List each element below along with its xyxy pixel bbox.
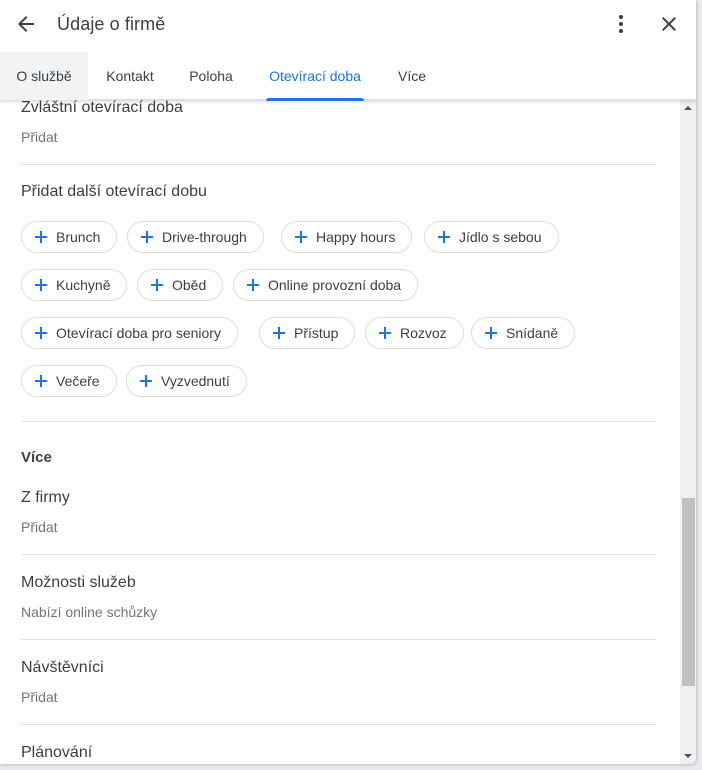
- plus-icon: [32, 324, 50, 342]
- chip-pristup[interactable]: Přístup: [259, 317, 356, 349]
- chip-snidane[interactable]: Snídaně: [471, 317, 576, 349]
- plus-icon: [482, 324, 500, 342]
- divider: [21, 639, 656, 640]
- plus-icon: [32, 228, 50, 246]
- close-button[interactable]: [653, 8, 685, 40]
- scroll-up-button[interactable]: [680, 100, 696, 116]
- plus-icon: [138, 228, 156, 246]
- more-hours-title: Přidat další otevírací dobu: [21, 183, 207, 200]
- tab-kontakt[interactable]: Kontakt: [88, 52, 172, 100]
- chip-vyzvednuti[interactable]: Vyzvednutí: [126, 365, 247, 397]
- scroll-content: Zvláštní otevírací doba Přidat Přidat da…: [0, 100, 680, 764]
- tab-oteviraci-doba[interactable]: Otevírací doba: [266, 52, 364, 101]
- row-title-navstevnici[interactable]: Návštěvníci: [21, 658, 104, 678]
- chip-kuchyne[interactable]: Kuchyně: [21, 269, 128, 301]
- plus-icon: [435, 228, 453, 246]
- plus-icon: [148, 276, 166, 294]
- divider: [21, 164, 656, 165]
- row-title-planovani[interactable]: Plánování: [21, 743, 92, 763]
- chip-drive-through[interactable]: Drive-through: [127, 221, 264, 253]
- chip-vecere[interactable]: Večeře: [21, 365, 117, 397]
- chip-brunch[interactable]: Brunch: [21, 221, 118, 253]
- plus-icon: [292, 228, 310, 246]
- back-button[interactable]: [10, 8, 42, 40]
- special-hours-add-link[interactable]: Přidat: [21, 128, 58, 146]
- tab-bar: O službě Kontakt Poloha Otevírací doba V…: [0, 52, 696, 101]
- divider: [21, 724, 656, 725]
- tab-poloha[interactable]: Poloha: [172, 52, 250, 100]
- chip-obed[interactable]: Oběd: [137, 269, 224, 301]
- row-value-z-firmy[interactable]: Přidat: [21, 518, 58, 536]
- business-info-panel: Údaje o firmě O službě Kontakt Poloha Ot…: [0, 0, 696, 764]
- row-value-moznosti-sluzeb[interactable]: Nabízí online schůzky: [21, 603, 157, 621]
- arrow-back-icon: [18, 16, 34, 32]
- plus-icon: [270, 324, 288, 342]
- triangle-down-icon: [684, 754, 692, 758]
- more-vert-icon: [619, 15, 623, 33]
- vertical-scrollbar[interactable]: [680, 100, 696, 764]
- chip-jidlo-s-sebou[interactable]: Jídlo s sebou: [424, 221, 559, 253]
- plus-icon: [32, 276, 50, 294]
- more-options-button[interactable]: [605, 8, 637, 40]
- close-icon: [662, 17, 676, 31]
- plus-icon: [244, 276, 262, 294]
- chip-happy-hours[interactable]: Happy hours: [281, 221, 413, 253]
- tab-o-sluzbe[interactable]: O službě: [0, 52, 88, 100]
- plus-icon: [137, 372, 155, 390]
- row-title-moznosti-sluzeb[interactable]: Možnosti služeb: [21, 573, 136, 593]
- scroll-down-button[interactable]: [680, 748, 696, 764]
- triangle-up-icon: [684, 106, 692, 110]
- chip-seniori[interactable]: Otevírací doba pro seniory: [21, 317, 238, 349]
- row-title-z-firmy[interactable]: Z firmy: [21, 488, 70, 508]
- special-hours-title: Zvláštní otevírací doba: [21, 100, 183, 116]
- scrollbar-thumb[interactable]: [682, 498, 695, 686]
- panel-header: Údaje o firmě: [0, 0, 696, 48]
- chip-rozvoz[interactable]: Rozvoz: [365, 317, 464, 349]
- plus-icon: [376, 324, 394, 342]
- divider: [21, 421, 656, 422]
- chip-online-provozni-doba[interactable]: Online provozní doba: [233, 269, 419, 301]
- divider: [21, 554, 656, 555]
- tab-vice[interactable]: Více: [380, 52, 444, 100]
- section-heading-vice: Více: [21, 449, 52, 466]
- row-value-navstevnici[interactable]: Přidat: [21, 688, 58, 706]
- page-title: Údaje o firmě: [57, 14, 166, 34]
- plus-icon: [32, 372, 50, 390]
